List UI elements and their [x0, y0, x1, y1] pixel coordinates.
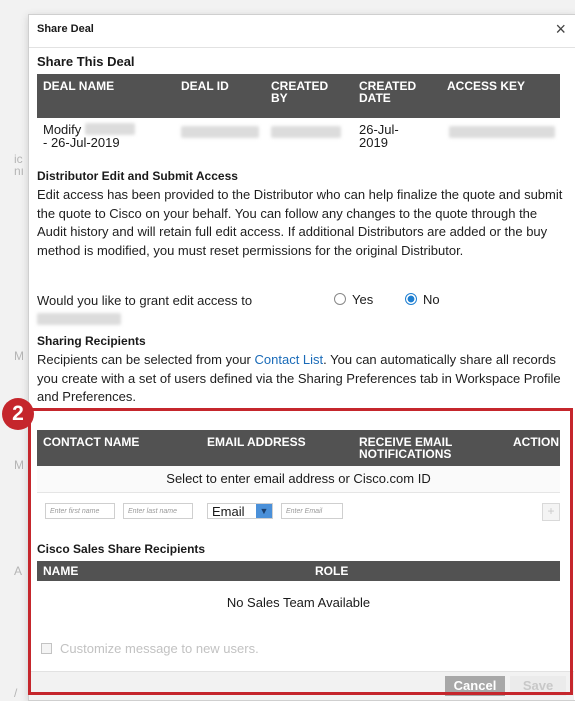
contact-list-link[interactable]: Contact List: [255, 352, 324, 367]
share-this-deal-heading: Share This Deal: [37, 54, 135, 69]
select-prompt[interactable]: Select to enter email address or Cisco.c…: [37, 466, 560, 493]
type-select-value: Email: [212, 504, 245, 519]
redacted-deal-id: [181, 126, 259, 138]
no-radio-option[interactable]: No: [405, 292, 440, 307]
column-email-address: EMAIL ADDRESS: [207, 435, 306, 449]
sales-empty-message: No Sales Team Available: [226, 595, 371, 610]
no-radio[interactable]: [405, 293, 417, 305]
chevron-down-icon[interactable]: ▼: [256, 504, 272, 518]
modal-title: Share Deal: [37, 23, 94, 35]
column-created-date: CREATED DATE: [359, 79, 417, 105]
deal-name-value: Modify - 26-Jul-2019: [43, 123, 135, 149]
distributor-heading: Distributor Edit and Submit Access: [37, 169, 238, 183]
column-receive-email: RECEIVE EMAIL NOTIFICATIONS: [359, 435, 453, 461]
redacted-text: [84, 123, 135, 135]
customize-checkbox[interactable]: [41, 643, 52, 654]
sales-recipients-heading: Cisco Sales Share Recipients: [37, 542, 206, 556]
deal-table-header: DEAL NAME DEAL ID CREATED BY CREATED DAT…: [37, 74, 560, 118]
created-date-value: 26-Jul- 2019: [359, 122, 399, 150]
share-deal-modal: Share Deal × Share This Deal DEAL NAME D…: [28, 14, 575, 701]
annotation-step-badge: 2: [2, 398, 34, 430]
yes-label: Yes: [352, 292, 374, 307]
column-role: ROLE: [315, 564, 349, 578]
sales-table-header: NAME ROLE: [37, 561, 560, 581]
modal-header: Share Deal ×: [29, 15, 575, 48]
background-text: M: [14, 349, 24, 363]
column-action: ACTION: [513, 435, 559, 449]
save-button[interactable]: Save: [510, 676, 566, 696]
email-input[interactable]: Enter Email: [281, 503, 343, 519]
add-recipient-button[interactable]: +: [542, 503, 560, 521]
redacted-created-by: [271, 126, 341, 138]
redacted-access-key: [449, 126, 555, 138]
column-contact-name: CONTACT NAME: [43, 435, 140, 449]
background-text: M: [14, 458, 24, 472]
redacted-distributor: [37, 312, 121, 325]
column-deal-id: DEAL ID: [181, 79, 229, 93]
column-access-key: ACCESS KEY: [447, 79, 526, 93]
cancel-button[interactable]: Cancel: [445, 676, 505, 696]
column-created-by: CREATED BY: [271, 79, 329, 105]
background-text: A: [14, 564, 23, 578]
column-deal-name: DEAL NAME: [43, 79, 115, 93]
column-name: NAME: [43, 564, 79, 578]
recipient-type-select[interactable]: Email ▼: [207, 503, 273, 519]
background-text: nı: [14, 164, 25, 178]
customize-label: Customize message to new users.: [60, 641, 259, 656]
first-name-input[interactable]: Enter first name: [45, 503, 115, 519]
background-text: /: [14, 686, 18, 700]
deal-table-row: Modify - 26-Jul-2019 26-Jul- 2019: [37, 118, 560, 162]
yes-radio-option[interactable]: Yes: [334, 292, 373, 307]
modal-footer: Cancel Save: [29, 671, 574, 700]
no-label: No: [423, 292, 440, 307]
sharing-recipients-heading: Sharing Recipients: [37, 334, 146, 348]
customize-message-option[interactable]: Customize message to new users.: [41, 641, 259, 656]
edit-access-question: Would you like to grant edit access to: [37, 292, 297, 329]
sharing-paragraph: Recipients can be selected from your Con…: [37, 352, 561, 404]
yes-radio[interactable]: [334, 293, 346, 305]
close-icon[interactable]: ×: [555, 19, 566, 40]
recipients-table-header: CONTACT NAME EMAIL ADDRESS RECEIVE EMAIL…: [37, 430, 560, 466]
last-name-input[interactable]: Enter last name: [123, 503, 193, 519]
distributor-paragraph: Edit access has been provided to the Dis…: [37, 187, 563, 258]
